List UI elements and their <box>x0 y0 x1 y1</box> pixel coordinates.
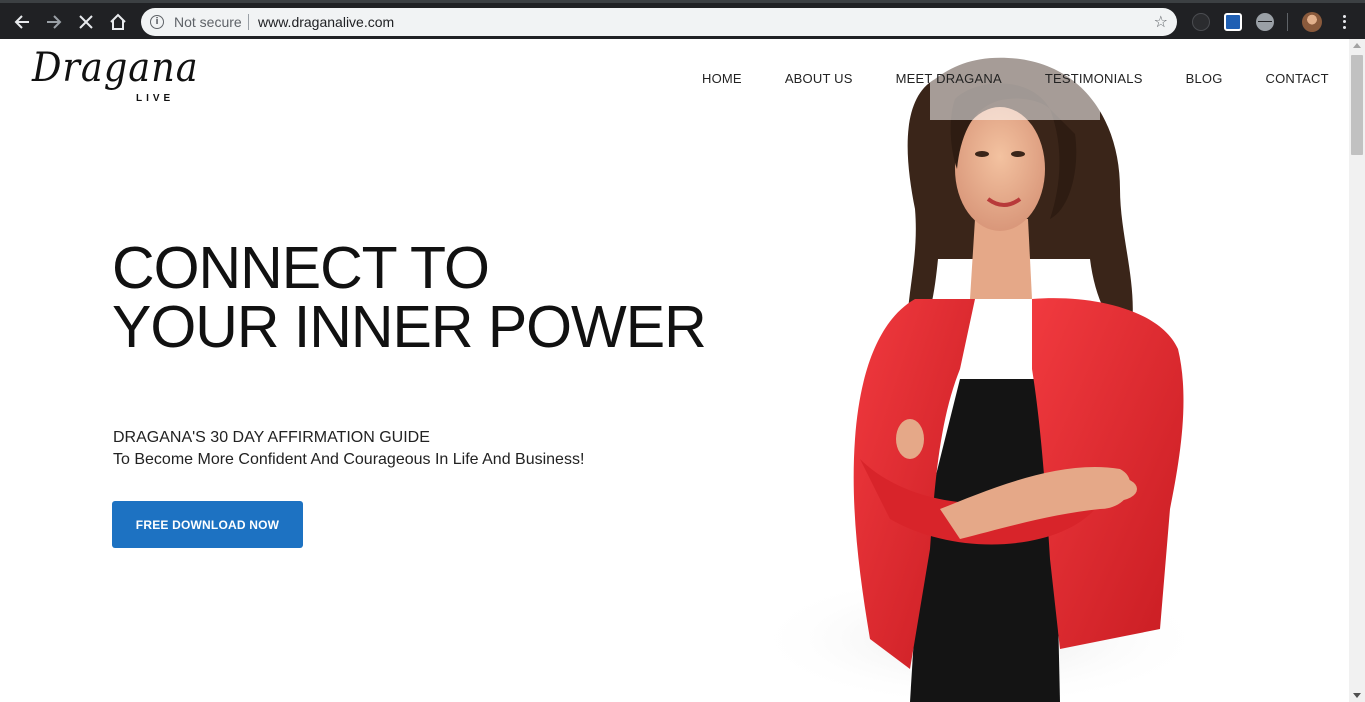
nav-meet-dragana[interactable]: MEET DRAGANA <box>896 71 1002 86</box>
hero-subtitle-text: To Become More Confident And Courageous … <box>113 451 585 468</box>
url-text[interactable]: www.draganalive.com <box>258 14 394 30</box>
hero-portrait-image <box>760 57 1210 702</box>
back-button[interactable] <box>9 9 35 35</box>
forward-button[interactable] <box>41 9 67 35</box>
nav-testimonials[interactable]: TESTIMONIALS <box>1045 71 1143 86</box>
arrow-right-icon <box>47 15 62 29</box>
site-logo[interactable]: Dragana LIVE <box>32 45 198 115</box>
nav-about-us[interactable]: ABOUT US <box>785 71 853 86</box>
info-icon[interactable]: i <box>150 15 164 29</box>
globe-extension-icon[interactable] <box>1256 13 1274 31</box>
page-viewport: Dragana LIVE HOME ABOUT US MEET DRAGANA … <box>0 39 1349 702</box>
omnibox-divider <box>248 14 249 30</box>
star-icon[interactable]: ☆ <box>1154 12 1168 31</box>
hero-title-line1: CONNECT TO <box>112 235 490 301</box>
free-download-button[interactable]: FREE DOWNLOAD NOW <box>112 501 303 548</box>
profile-avatar[interactable] <box>1302 12 1322 32</box>
home-button[interactable] <box>105 9 131 35</box>
scroll-down-icon[interactable] <box>1353 693 1361 698</box>
browser-toolbar: i Not secure www.draganalive.com ☆ <box>0 0 1365 39</box>
nav-home[interactable]: HOME <box>702 71 742 86</box>
browser-menu-icon[interactable] <box>1337 12 1351 32</box>
home-icon <box>110 13 126 30</box>
address-bar[interactable]: i Not secure www.draganalive.com ☆ <box>141 8 1177 36</box>
logo-script-text: Dragana <box>32 45 199 91</box>
stop-button[interactable] <box>73 9 99 35</box>
extension-icon[interactable] <box>1224 13 1242 31</box>
toolbar-divider <box>1287 13 1288 31</box>
hero-subtitle-heading: DRAGANA'S 30 DAY AFFIRMATION GUIDE <box>113 429 430 446</box>
nav-blog[interactable]: BLOG <box>1186 71 1223 86</box>
security-label[interactable]: Not secure <box>174 14 242 30</box>
hero-title-line2: YOUR INNER POWER <box>112 294 707 360</box>
wordpress-extension-icon[interactable] <box>1192 13 1210 31</box>
arrow-left-icon <box>14 15 29 29</box>
page-scrollbar[interactable] <box>1349 39 1365 702</box>
logo-sub-text: LIVE <box>136 93 175 104</box>
close-icon <box>79 15 93 29</box>
main-nav: HOME ABOUT US MEET DRAGANA TESTIMONIALS … <box>702 71 1329 86</box>
scroll-up-icon[interactable] <box>1353 43 1361 48</box>
hero-title: CONNECT TO YOUR INNER POWER <box>112 239 812 357</box>
nav-contact[interactable]: CONTACT <box>1266 71 1329 86</box>
scrollbar-thumb[interactable] <box>1351 55 1363 155</box>
